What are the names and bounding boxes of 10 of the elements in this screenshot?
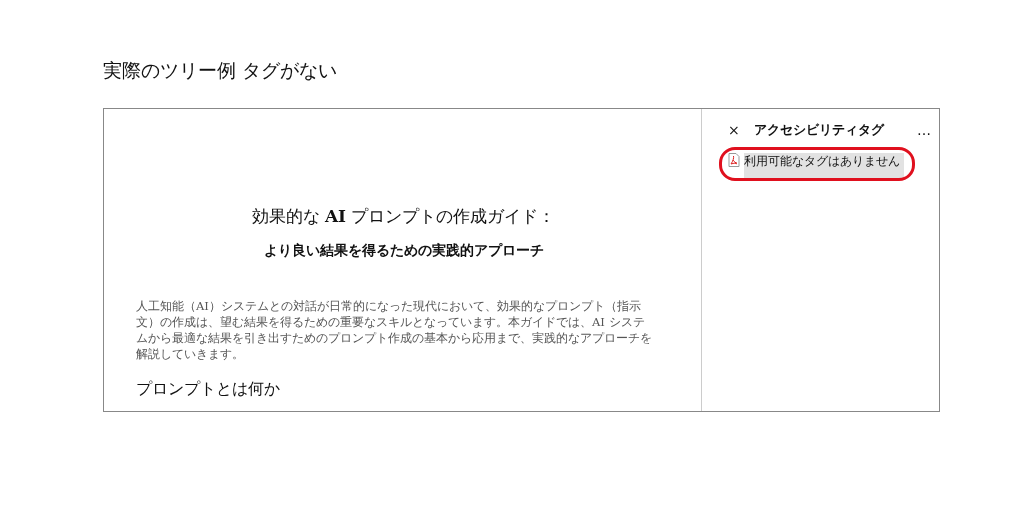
more-button[interactable]: … <box>917 122 931 138</box>
caption: 実際のツリー例 タグがない <box>103 58 339 83</box>
panel-title: アクセシビリティタグ <box>753 121 884 139</box>
document-title: 効果的な AI プロンプトの作成ガイド： <box>250 205 557 228</box>
section-heading: プロンプトとは何か <box>136 379 281 400</box>
document-paragraph: 人工知能（AI）システムとの対話が日常的になった現代において、効果的なプロンプト（指示文）の作成は、望む結果を得るための重要なスキルとなっています。本ガイドでは、AI システムから最適な結果を引き出すためのプロンプト作成の基本から応用まで、実践的なアプローチを解説していきます。 <box>136 298 653 362</box>
document-subtitle: より良い結果を得るための実践的アプローチ <box>262 242 545 260</box>
close-button[interactable]: × <box>728 122 740 138</box>
document-icon <box>728 153 740 167</box>
tag-status-item[interactable]: 利用可能なタグはありません <box>744 153 904 179</box>
